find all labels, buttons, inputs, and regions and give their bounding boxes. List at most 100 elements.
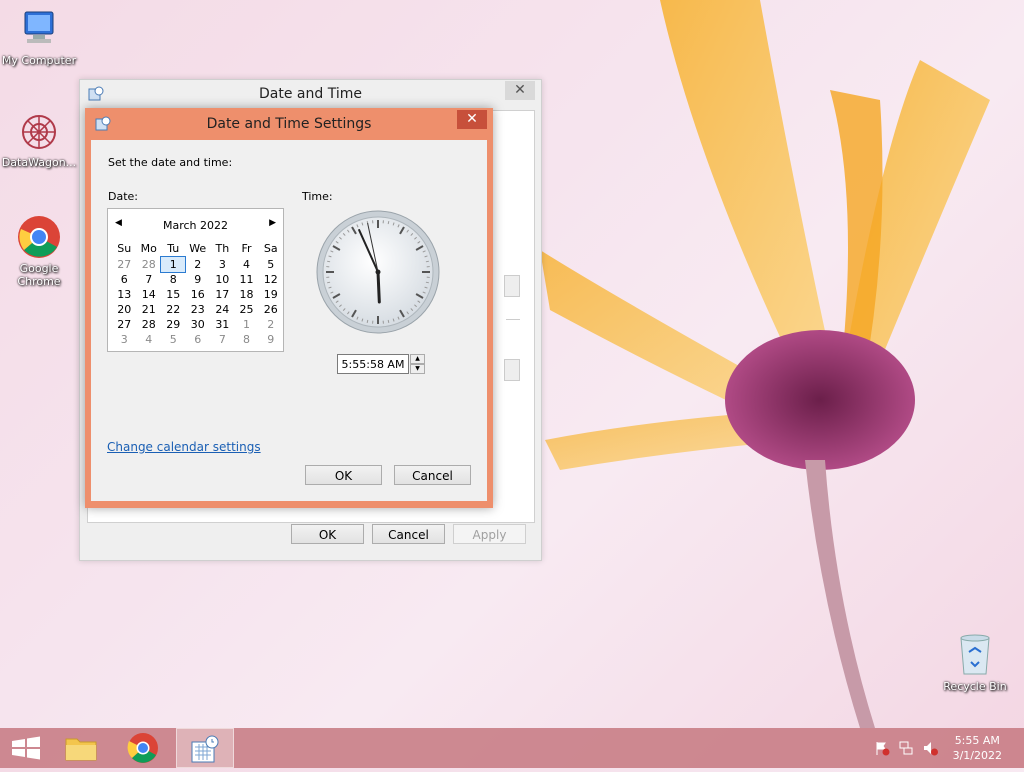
ok-button[interactable]: OK bbox=[305, 465, 382, 485]
date-and-time-settings-dialog: Date and Time Settings ✕ Set the date an… bbox=[85, 108, 493, 508]
weekday-header: We bbox=[185, 240, 210, 257]
calendar-day[interactable]: 9 bbox=[185, 272, 210, 287]
spin-up-icon[interactable]: ▲ bbox=[410, 354, 425, 364]
calendar-day[interactable]: 6 bbox=[112, 272, 136, 287]
close-button[interactable]: ✕ bbox=[505, 81, 535, 100]
spin-down-icon[interactable]: ▼ bbox=[410, 364, 425, 374]
hour-hand bbox=[378, 272, 379, 302]
time-label: Time: bbox=[302, 190, 333, 203]
taskbar-clock[interactable]: 5:55 AM 3/1/2022 bbox=[953, 733, 1002, 763]
next-month-icon[interactable]: ▶ bbox=[269, 218, 276, 228]
calendar-day[interactable]: 27 bbox=[112, 317, 136, 332]
calendar-day[interactable]: 9 bbox=[259, 332, 283, 347]
ok-button[interactable]: OK bbox=[291, 524, 364, 544]
calendar-month-title[interactable]: March 2022 bbox=[108, 219, 283, 232]
start-button[interactable] bbox=[0, 728, 56, 768]
dialog-title: Date and Time bbox=[80, 86, 541, 102]
apply-button[interactable]: Apply bbox=[453, 524, 526, 544]
recycle-bin-icon bbox=[955, 630, 995, 678]
calendar-day[interactable]: 22 bbox=[161, 302, 185, 317]
chrome-icon bbox=[115, 728, 171, 768]
instruction-text: Set the date and time: bbox=[108, 156, 232, 169]
weekday-header: Mo bbox=[136, 240, 161, 257]
calendar-day-selected[interactable]: 1 bbox=[161, 257, 185, 272]
calendar-day[interactable]: 5 bbox=[161, 332, 185, 347]
calendar-day[interactable]: 20 bbox=[112, 302, 136, 317]
calendar-day[interactable]: 4 bbox=[235, 257, 259, 272]
calendar-day[interactable]: 2 bbox=[259, 317, 283, 332]
weekday-header: Th bbox=[210, 240, 234, 257]
taskbar-file-explorer[interactable] bbox=[53, 728, 109, 768]
partial-button[interactable] bbox=[504, 275, 520, 297]
calendar-day[interactable]: 31 bbox=[210, 317, 234, 332]
action-center-flag-icon[interactable] bbox=[874, 740, 890, 756]
calendar-day[interactable]: 29 bbox=[161, 317, 185, 332]
calendar-day[interactable]: 19 bbox=[259, 287, 283, 302]
taskbar-chrome[interactable] bbox=[115, 728, 171, 768]
calendar-clock-icon bbox=[177, 729, 233, 769]
clock-minute-tick bbox=[426, 261, 429, 262]
calendar-day[interactable]: 3 bbox=[112, 332, 136, 347]
calendar-day[interactable]: 23 bbox=[185, 302, 210, 317]
volume-muted-icon[interactable] bbox=[922, 740, 938, 756]
calendar-day[interactable]: 17 bbox=[210, 287, 234, 302]
calendar-day[interactable]: 10 bbox=[210, 272, 234, 287]
calendar-day[interactable]: 5 bbox=[259, 257, 283, 272]
windows-logo-icon bbox=[0, 728, 56, 768]
date-label: Date: bbox=[108, 190, 138, 203]
calendar-day[interactable]: 4 bbox=[136, 332, 161, 347]
cancel-button[interactable]: Cancel bbox=[372, 524, 445, 544]
calendar-day[interactable]: 3 bbox=[210, 257, 234, 272]
calendar-day[interactable]: 11 bbox=[235, 272, 259, 287]
clock-minute-tick bbox=[388, 221, 389, 224]
calendar-day[interactable]: 7 bbox=[210, 332, 234, 347]
calendar-day[interactable]: 25 bbox=[235, 302, 259, 317]
desktop-icon-datawagon[interactable]: DataWagon... bbox=[0, 110, 78, 169]
dialog-title: Date and Time Settings bbox=[85, 116, 493, 132]
desktop-icon-label: My Computer bbox=[2, 54, 76, 67]
network-icon[interactable] bbox=[898, 740, 914, 756]
dialog-body: Set the date and time: Date: Time: ◀ Mar… bbox=[91, 140, 487, 501]
desktop-icon-my-computer[interactable]: My Computer bbox=[0, 8, 78, 67]
time-spinner[interactable]: ▲ ▼ bbox=[410, 354, 425, 374]
chrome-icon bbox=[16, 214, 62, 260]
calendar-day[interactable]: 6 bbox=[185, 332, 210, 347]
desktop-icon-google-chrome[interactable]: Google Chrome bbox=[0, 214, 78, 288]
calendar-day[interactable]: 13 bbox=[112, 287, 136, 302]
calendar-day[interactable]: 16 bbox=[185, 287, 210, 302]
calendar-day[interactable]: 30 bbox=[185, 317, 210, 332]
cancel-button[interactable]: Cancel bbox=[394, 465, 471, 485]
calendar-day[interactable]: 14 bbox=[136, 287, 161, 302]
calendar[interactable]: ◀ March 2022 ▶ Su Mo Tu We Th Fr Sa 27 2… bbox=[107, 208, 284, 352]
calendar-day[interactable]: 21 bbox=[136, 302, 161, 317]
title-bar[interactable]: Date and Time Settings ✕ bbox=[85, 108, 493, 138]
calendar-day[interactable]: 15 bbox=[161, 287, 185, 302]
calendar-day[interactable]: 26 bbox=[259, 302, 283, 317]
calendar-day[interactable]: 7 bbox=[136, 272, 161, 287]
clock-minute-tick bbox=[426, 282, 429, 283]
close-button[interactable]: ✕ bbox=[457, 110, 487, 129]
calendar-day[interactable]: 28 bbox=[136, 317, 161, 332]
clock-minute-tick bbox=[388, 320, 389, 323]
clock-minute-tick bbox=[327, 261, 330, 262]
weekday-header: Fr bbox=[235, 240, 259, 257]
partial-button[interactable] bbox=[504, 359, 520, 381]
separator bbox=[506, 319, 520, 320]
calendar-day[interactable]: 18 bbox=[235, 287, 259, 302]
taskbar-date-time[interactable] bbox=[176, 728, 234, 768]
title-bar[interactable]: Date and Time ✕ bbox=[80, 80, 541, 108]
weekday-header: Sa bbox=[259, 240, 283, 257]
calendar-day[interactable]: 1 bbox=[235, 317, 259, 332]
desktop-icon-recycle-bin[interactable]: Recycle Bin bbox=[936, 630, 1014, 693]
calendar-day[interactable]: 8 bbox=[161, 272, 185, 287]
calendar-day[interactable]: 8 bbox=[235, 332, 259, 347]
folder-icon bbox=[53, 728, 109, 768]
calendar-day[interactable]: 24 bbox=[210, 302, 234, 317]
calendar-day[interactable]: 2 bbox=[185, 257, 210, 272]
datawagon-icon bbox=[17, 110, 61, 154]
calendar-day[interactable]: 27 bbox=[112, 257, 136, 272]
calendar-day[interactable]: 12 bbox=[259, 272, 283, 287]
change-calendar-settings-link[interactable]: Change calendar settings bbox=[107, 440, 261, 454]
calendar-day[interactable]: 28 bbox=[136, 257, 161, 272]
time-input[interactable]: 5:55:58 AM bbox=[337, 354, 409, 374]
